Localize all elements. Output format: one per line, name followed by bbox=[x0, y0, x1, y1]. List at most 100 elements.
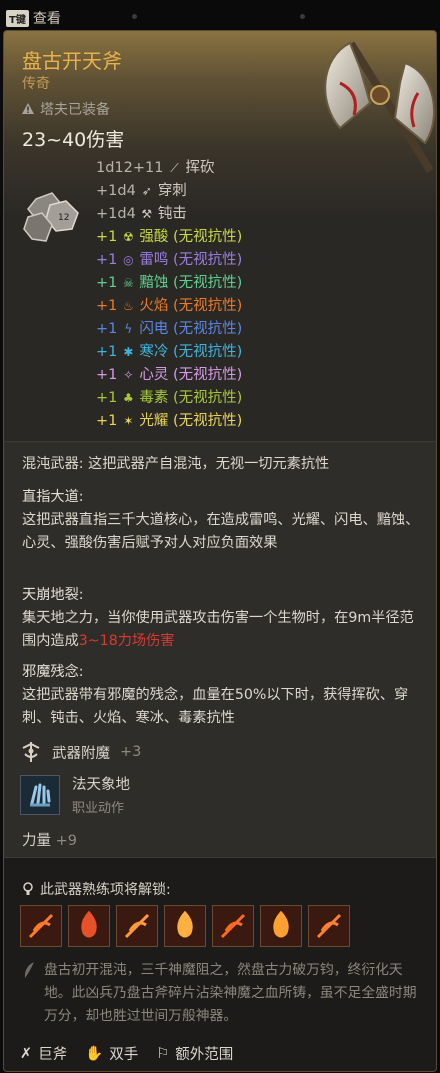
acid-icon: ☢ bbox=[122, 230, 134, 244]
damage-type: 强酸 bbox=[139, 229, 169, 245]
giant-hand-icon bbox=[30, 783, 51, 806]
ignore-resistance-note: (无视抗性) bbox=[168, 229, 243, 245]
strength-label: 力量 bbox=[22, 833, 51, 849]
damage-row: +1 ϟ 闪电 (无视抗性) bbox=[96, 318, 242, 341]
top-bar: T键 查看 bbox=[0, 0, 440, 34]
flame-slash-icon bbox=[273, 911, 289, 938]
necrotic-icon: ☠ bbox=[122, 276, 134, 290]
cold-icon: ✱ bbox=[123, 345, 134, 359]
damage-amount: +1 bbox=[96, 344, 118, 360]
damage-amount: +1 bbox=[96, 298, 118, 314]
evil-title: 邪魔残念: bbox=[22, 664, 84, 680]
greataxe-icon: ✗ bbox=[20, 1045, 33, 1062]
pierce-icon: ➶ bbox=[141, 184, 152, 198]
damage-row: +1 ♣ 毒素 (无视抗性) bbox=[96, 387, 242, 410]
damage-type: 黯蚀 bbox=[139, 275, 169, 291]
dice-icon: 12 bbox=[23, 192, 79, 242]
damage-row: +1 ☠ 黯蚀 (无视抗性) bbox=[96, 272, 242, 295]
ignore-resistance-note: (无视抗性) bbox=[168, 367, 243, 383]
damage-type: 毒素 bbox=[139, 390, 169, 406]
warning-icon bbox=[22, 103, 34, 114]
skill-icon bbox=[20, 774, 60, 815]
equipped-status: 塔夫已装备 bbox=[22, 99, 110, 119]
rift-text: 集天地之力，当你使用武器攻击伤害一个生物时，在9m半径范围内造成3~18力场伤害 bbox=[22, 607, 422, 652]
psychic-icon: ✧ bbox=[123, 368, 134, 382]
damage-type: 火焰 bbox=[139, 298, 169, 314]
damage-breakdown: 1d12+11 ⟋ 挥砍 +1d4 ➶ 穿刺 +1d4 ⚒ 钝击 +1 ☢ 强酸 (无视抗性) +1 ◎ 雷… bbox=[96, 157, 242, 433]
svg-text:12: 12 bbox=[58, 213, 69, 223]
damage-type: 光耀 bbox=[139, 413, 169, 429]
inspect-hint[interactable]: T键 查看 bbox=[6, 8, 61, 28]
proficiency-unlock: 此武器熟练项将解锁: bbox=[22, 879, 171, 899]
poison-icon: ♣ bbox=[122, 391, 134, 405]
damage-row: +1 ◎ 雷鸣 (无视抗性) bbox=[96, 249, 242, 272]
flame-slash-icon bbox=[28, 913, 54, 939]
damage-row: +1d4 ⚒ 钝击 bbox=[96, 203, 242, 226]
force-damage-text: 3~18力场伤害 bbox=[78, 632, 175, 649]
damage-type: 钝击 bbox=[157, 206, 187, 222]
weapon-action-1-icon[interactable] bbox=[20, 905, 62, 947]
item-rarity: 传奇 bbox=[22, 76, 50, 92]
tag-label: 巨斧 bbox=[38, 1047, 68, 1063]
item-name: 盘古开天斧 bbox=[22, 49, 122, 73]
weapon-tag: ⚐ 额外范围 bbox=[156, 1043, 233, 1064]
damage-row: +1d4 ➶ 穿刺 bbox=[96, 180, 242, 203]
ignore-resistance-note: (无视抗性) bbox=[168, 252, 243, 268]
inspect-key: T键 bbox=[6, 9, 29, 27]
enchant-label: 武器附魔 bbox=[52, 745, 110, 762]
damage-row: +1 ✱ 寒冷 (无视抗性) bbox=[96, 341, 242, 364]
damage-row: +1 ♨ 火焰 (无视抗性) bbox=[96, 295, 242, 318]
damage-amount: +1 bbox=[96, 252, 118, 268]
ignore-resistance-note: (无视抗性) bbox=[168, 298, 243, 314]
inspect-label: 查看 bbox=[32, 11, 61, 27]
evil-text: 这把武器带有邪魔的残念，血量在50%以下时，获得挥砍、穿刺、钝击、火焰、寒冰、毒… bbox=[22, 687, 409, 726]
flame-slash-icon bbox=[81, 911, 97, 938]
flame-slash-icon bbox=[124, 913, 150, 939]
damage-amount: +1 bbox=[96, 390, 118, 406]
weapon-action-7-icon[interactable] bbox=[308, 905, 350, 947]
reach-icon: ⚐ bbox=[156, 1045, 170, 1062]
weapon-action-5-icon[interactable] bbox=[212, 905, 254, 947]
slash-icon: ⟋ bbox=[170, 161, 179, 175]
axe-image bbox=[324, 41, 436, 173]
cursor-speck bbox=[132, 14, 137, 19]
dao-text: 这把武器直指三千大道核心，在造成雷鸣、光耀、闪电、黯蚀、心灵、强酸伤害后赋予对人… bbox=[22, 512, 420, 551]
weapon-action-6-icon[interactable] bbox=[260, 905, 302, 947]
flame-slash-icon bbox=[316, 913, 342, 939]
flame-slash-icon bbox=[220, 913, 246, 939]
unlock-icon bbox=[23, 882, 33, 895]
cursor-speck bbox=[300, 14, 305, 19]
weapon-tags: ✗ 巨斧 ✋ 双手 ⚐ 额外范围 bbox=[20, 1043, 233, 1064]
flame-slash-icon bbox=[177, 911, 193, 938]
damage-range: 23~40伤害 bbox=[22, 129, 125, 151]
enchant-icon bbox=[22, 742, 40, 762]
enchant-value: +3 bbox=[120, 744, 142, 760]
damage-amount: +1 bbox=[96, 413, 118, 429]
ignore-resistance-note: (无视抗性) bbox=[168, 321, 243, 337]
tag-label: 双手 bbox=[109, 1047, 139, 1063]
ignore-resistance-note: (无视抗性) bbox=[168, 344, 243, 360]
weapon-action-2-icon[interactable] bbox=[68, 905, 110, 947]
weapon-action-4-icon[interactable] bbox=[164, 905, 206, 947]
damage-type: 雷鸣 bbox=[139, 252, 169, 268]
quill-icon bbox=[24, 962, 34, 978]
damage-row: +1 ☢ 强酸 (无视抗性) bbox=[96, 226, 242, 249]
damage-row: +1 ✶ 光耀 (无视抗性) bbox=[96, 410, 242, 433]
weapon-tag: ✗ 巨斧 bbox=[20, 1043, 67, 1064]
strength-bonus: 力量 +9 bbox=[22, 829, 77, 850]
damage-type: 闪电 bbox=[139, 321, 169, 337]
ignore-resistance-note: (无视抗性) bbox=[168, 413, 243, 429]
item-tooltip: 盘古开天斧 传奇 塔夫已装备 23~40伤害 12 1d12+11 ⟋ 挥砍 +1d4… bbox=[3, 30, 437, 1072]
damage-amount: +1 bbox=[96, 367, 118, 383]
two-handed-icon: ✋ bbox=[85, 1046, 104, 1062]
weapon-action-3-icon[interactable] bbox=[116, 905, 158, 947]
damage-type: 挥砍 bbox=[185, 160, 215, 176]
damage-amount: +1 bbox=[96, 275, 118, 291]
skill-entry[interactable]: 法天象地 职业动作 bbox=[20, 773, 130, 816]
strength-value: +9 bbox=[55, 833, 77, 849]
damage-type: 穿刺 bbox=[157, 183, 187, 199]
radiant-icon: ✶ bbox=[123, 414, 134, 428]
unlock-label: 此武器熟练项将解锁: bbox=[40, 882, 171, 898]
ignore-resistance-note: (无视抗性) bbox=[168, 390, 243, 406]
damage-amount: 1d12+11 bbox=[96, 160, 164, 176]
